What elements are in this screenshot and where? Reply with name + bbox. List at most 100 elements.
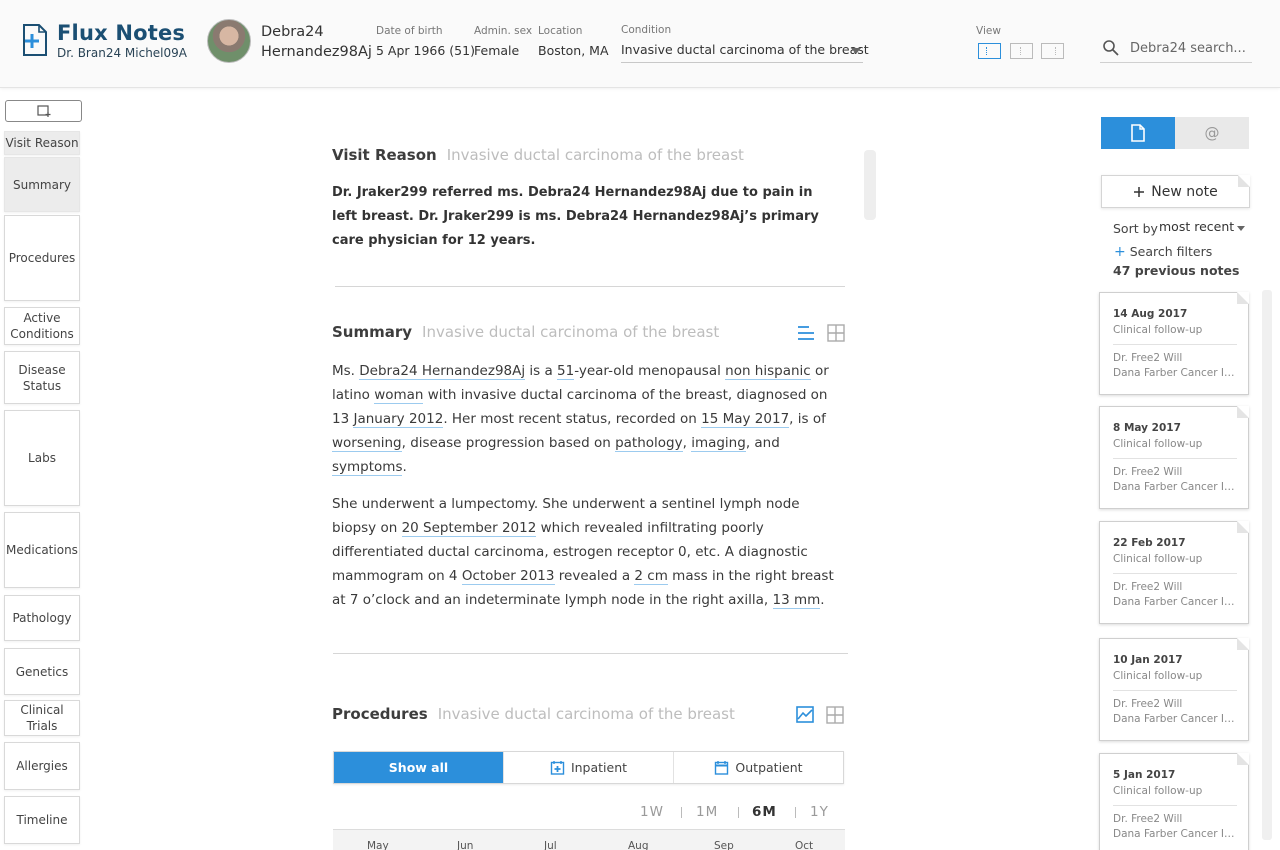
nav-item-genetics[interactable]: Genetics — [4, 648, 80, 695]
note-date: 22 Feb 2017 — [1113, 537, 1186, 549]
nav-item-disease-status[interactable]: Disease Status — [4, 351, 80, 404]
timeline-month: Oct — [795, 840, 814, 850]
clinician-name: Dr. Bran24 Michel09A — [57, 46, 187, 60]
hospital-icon — [550, 761, 565, 775]
patient-name: Debra24 Hernandez98Aj — [261, 22, 372, 62]
procedures-title: Procedures — [332, 705, 428, 723]
notes-tabs: @ — [1101, 117, 1249, 149]
sort-select[interactable]: most recent — [1159, 219, 1245, 237]
new-note-button[interactable]: New note — [1101, 175, 1250, 208]
flux-logo-icon — [23, 24, 47, 56]
narrative-view-icon[interactable] — [797, 325, 815, 341]
patient-first-name: Debra24 — [261, 24, 324, 40]
note-organization: Dana Farber Cancer Institute — [1113, 828, 1241, 840]
sex-label: Admin. sex — [474, 25, 533, 37]
add-note-icon — [37, 105, 51, 117]
basis-pathology-field[interactable]: pathology — [615, 435, 683, 452]
range-1w[interactable]: 1W — [640, 804, 664, 820]
nav-item-visit-reason[interactable]: Visit Reason — [4, 131, 80, 155]
nav-item-active-conditions[interactable]: Active Conditions — [4, 307, 80, 345]
notes-scrollbar[interactable] — [1262, 290, 1272, 840]
tab-notes[interactable] — [1101, 117, 1175, 149]
tabular-view-icon[interactable] — [826, 706, 844, 724]
outpatient-button[interactable]: Outpatient — [674, 752, 843, 783]
range-separator — [681, 807, 682, 818]
condition-select[interactable]: Invasive ductal carcinoma of the breast — [621, 38, 869, 63]
range-separator — [738, 807, 739, 818]
nav-item-allergies[interactable]: Allergies — [4, 742, 80, 790]
view-layout-center-button[interactable] — [1010, 43, 1033, 59]
nav-item-timeline[interactable]: Timeline — [4, 796, 80, 844]
summary-title: Summary — [332, 323, 413, 341]
nav-item-procedures[interactable]: Procedures — [4, 215, 80, 301]
note-date: 10 Jan 2017 — [1113, 654, 1183, 666]
range-6m[interactable]: 6M — [752, 804, 777, 820]
note-author: Dr. Free2 Will — [1113, 352, 1183, 364]
view-layout-center-icon — [1020, 47, 1021, 55]
ethnicity-field[interactable]: non hispanic — [725, 363, 811, 380]
node-size-field[interactable]: 13 mm — [772, 592, 821, 609]
dob-label: Date of birth — [376, 25, 443, 37]
procedures-heading: Procedures Invasive ductal carcinoma of t… — [332, 705, 735, 723]
note-card[interactable]: 8 May 2017 Clinical follow-up Dr. Free2 … — [1099, 406, 1249, 509]
diagnosis-date-field[interactable]: January 2012 — [353, 411, 444, 428]
note-card[interactable]: 10 Jan 2017 Clinical follow-up Dr. Free2… — [1099, 638, 1249, 741]
basis-imaging-field[interactable]: imaging — [691, 435, 746, 452]
nav-item-medications[interactable]: Medications — [4, 512, 80, 588]
view-layout-left-button[interactable] — [978, 43, 1001, 59]
section-scrollbar[interactable] — [864, 150, 876, 220]
note-author: Dr. Free2 Will — [1113, 698, 1183, 710]
inpatient-button[interactable]: Inpatient — [504, 752, 674, 783]
note-organization: Dana Farber Cancer Institute — [1113, 481, 1241, 493]
biopsy-date-field[interactable]: 20 September 2012 — [401, 520, 537, 537]
at-sign-icon: @ — [1204, 124, 1220, 142]
condition-value: Invasive ductal carcinoma of the breast — [621, 42, 869, 57]
add-section-button[interactable] — [5, 100, 82, 122]
mass-size-field[interactable]: 2 cm — [634, 568, 668, 585]
tab-mentions[interactable]: @ — [1175, 117, 1249, 149]
section-divider — [333, 653, 848, 654]
basis-symptoms-field[interactable]: symptoms — [332, 459, 403, 476]
visit-reason-text: Dr. Jraker299 referred ms. Debra24 Herna… — [332, 185, 819, 248]
summary-paragraph-1: Ms. Debra24 Hernandez98Aj is a 51-year-o… — [332, 363, 829, 476]
note-icon — [1131, 124, 1145, 142]
nav-item-pathology[interactable]: Pathology — [4, 595, 80, 641]
nav-item-labs[interactable]: Labs — [4, 410, 80, 506]
view-layout-right-icon — [1055, 47, 1056, 55]
note-card[interactable]: 14 Aug 2017 Clinical follow-up Dr. Free2… — [1099, 292, 1249, 395]
patient-name-field[interactable]: Debra24 Hernandez98Aj — [359, 363, 526, 380]
procedures-condition: Invasive ductal carcinoma of the breast — [437, 705, 735, 723]
note-organization: Dana Farber Cancer Institute — [1113, 367, 1241, 379]
nav-item-clinical-trials[interactable]: Clinical Trials — [4, 700, 80, 736]
timeline-month: Aug — [628, 840, 649, 850]
nav-item-summary[interactable]: Summary — [4, 157, 80, 212]
visit-reason-title: Visit Reason — [332, 146, 437, 164]
view-layout-right-button[interactable] — [1041, 43, 1064, 59]
status-date-field[interactable]: 15 May 2017 — [701, 411, 790, 428]
search-filters-toggle[interactable]: + Search filters — [1114, 244, 1212, 260]
timeline-month: Sep — [714, 840, 734, 850]
show-all-button[interactable]: Show all — [334, 752, 504, 783]
note-author: Dr. Free2 Will — [1113, 581, 1183, 593]
note-card[interactable]: 5 Jan 2017 Clinical follow-up Dr. Free2 … — [1099, 753, 1249, 850]
location-value: Boston, MA — [538, 43, 609, 58]
note-type: Clinical follow-up — [1113, 438, 1203, 450]
condition-label: Condition — [621, 24, 672, 36]
range-1m[interactable]: 1M — [696, 804, 718, 820]
tabular-view-icon[interactable] — [827, 324, 845, 342]
mammogram-date-field[interactable]: October 2013 — [461, 568, 555, 585]
summary-paragraph-2: She underwent a lumpectomy. She underwen… — [332, 496, 834, 609]
search-input[interactable] — [1130, 37, 1250, 59]
range-1y[interactable]: 1Y — [810, 804, 829, 820]
dob-value: 5 Apr 1966 (51) — [376, 43, 475, 58]
age-field[interactable]: 51 — [557, 363, 575, 380]
note-date: 8 May 2017 — [1113, 422, 1181, 434]
visit-reason-heading: Visit Reason Invasive ductal carcinoma of… — [332, 146, 744, 164]
note-type: Clinical follow-up — [1113, 553, 1203, 565]
note-card[interactable]: 22 Feb 2017 Clinical follow-up Dr. Free2… — [1099, 521, 1249, 624]
gender-field[interactable]: woman — [374, 387, 424, 404]
status-field[interactable]: worsening — [332, 435, 402, 452]
timeline-month: Jul — [544, 840, 557, 850]
chart-view-icon[interactable] — [796, 706, 814, 723]
procedure-filter-group: Show all Inpatient Outpatient — [333, 751, 844, 784]
